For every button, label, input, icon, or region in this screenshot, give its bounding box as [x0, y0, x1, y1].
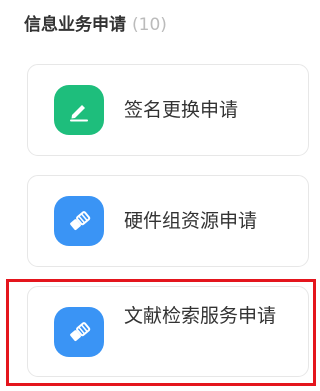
section-title: 信息业务申请	[24, 15, 126, 35]
card-label: 文献检索服务申请	[124, 305, 277, 327]
section-count: (10)	[132, 15, 167, 35]
application-panel: 信息业务申请 (10) 签名更换申请 硬件组资源申请 文献检索服务申请	[0, 0, 319, 391]
eraser-icon	[54, 307, 104, 357]
card-hardware-resource[interactable]: 硬件组资源申请	[27, 175, 309, 267]
card-literature-search[interactable]: 文献检索服务申请	[27, 286, 309, 377]
section-header: 信息业务申请 (10)	[24, 10, 167, 36]
card-label: 硬件组资源申请	[124, 210, 258, 232]
card-signature-change[interactable]: 签名更换申请	[27, 64, 309, 156]
pen-sign-icon	[54, 85, 104, 135]
card-label: 签名更换申请	[124, 99, 239, 121]
eraser-icon	[54, 196, 104, 246]
